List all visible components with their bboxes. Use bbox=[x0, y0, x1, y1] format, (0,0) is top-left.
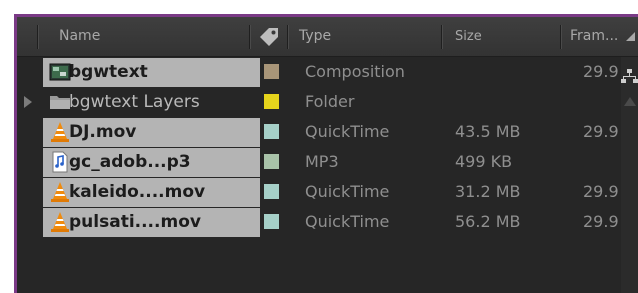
item-name: pulsati....mov bbox=[69, 212, 201, 232]
item-frame-rate: 29.9 bbox=[583, 62, 619, 81]
list-item[interactable]: bgwtext Layers Folder bbox=[17, 87, 621, 117]
list-item[interactable]: pulsati....mov QuickTime 56.2 MB 29.9 bbox=[17, 207, 621, 237]
column-divider[interactable] bbox=[287, 25, 289, 49]
item-size: 56.2 MB bbox=[455, 212, 521, 231]
item-frame-rate: 29.9 bbox=[583, 122, 619, 141]
folder-icon bbox=[50, 96, 70, 109]
column-header-name[interactable]: Name bbox=[59, 17, 100, 56]
column-divider[interactable] bbox=[37, 25, 39, 49]
item-size: 499 KB bbox=[455, 152, 513, 171]
list-item[interactable]: kaleido....mov QuickTime 31.2 MB 29.9 bbox=[17, 177, 621, 207]
vlc-cone-icon bbox=[51, 182, 69, 202]
column-divider[interactable] bbox=[249, 25, 251, 49]
item-size: 31.2 MB bbox=[455, 182, 521, 201]
sort-ascending-icon[interactable] bbox=[626, 32, 636, 42]
column-header-label[interactable] bbox=[257, 17, 283, 56]
item-name: gc_adob...p3 bbox=[69, 152, 191, 172]
item-type: QuickTime bbox=[305, 212, 390, 231]
column-divider[interactable] bbox=[560, 25, 562, 49]
label-color-swatch[interactable] bbox=[264, 94, 279, 109]
item-size: 43.5 MB bbox=[455, 122, 521, 141]
list-item[interactable]: bgwtext Composition 29.9 bbox=[17, 57, 621, 87]
label-color-swatch[interactable] bbox=[264, 184, 279, 199]
list-item[interactable]: DJ.mov QuickTime 43.5 MB 29.9 bbox=[17, 117, 621, 147]
list-item[interactable]: gc_adob...p3 MP3 499 KB bbox=[17, 147, 621, 177]
label-color-swatch[interactable] bbox=[264, 64, 279, 79]
label-color-swatch[interactable] bbox=[264, 124, 279, 139]
item-frame-rate: 29.9 bbox=[583, 212, 619, 231]
item-name: bgwtext bbox=[69, 62, 148, 82]
composition-icon bbox=[49, 63, 71, 81]
item-name: DJ.mov bbox=[69, 122, 137, 142]
item-type: QuickTime bbox=[305, 122, 390, 141]
scroll-up-arrow-icon[interactable] bbox=[624, 97, 636, 106]
column-divider[interactable] bbox=[441, 25, 443, 49]
expand-arrow-icon[interactable] bbox=[24, 96, 32, 108]
project-panel: Name Type Size Fram... bgwtext Compositi… bbox=[14, 14, 638, 293]
vertical-scrollbar[interactable] bbox=[621, 57, 638, 293]
column-header-bar: Name Type Size Fram... bbox=[17, 17, 638, 57]
label-color-swatch[interactable] bbox=[264, 154, 279, 169]
column-header-size[interactable]: Size bbox=[455, 17, 482, 56]
vlc-cone-icon bbox=[51, 212, 69, 232]
audio-file-icon bbox=[52, 151, 68, 173]
label-color-swatch[interactable] bbox=[264, 214, 279, 229]
item-type: Composition bbox=[305, 62, 405, 81]
item-type: QuickTime bbox=[305, 182, 390, 201]
flowchart-icon[interactable] bbox=[621, 69, 638, 85]
item-name: bgwtext Layers bbox=[69, 92, 200, 112]
column-header-frame-rate[interactable]: Fram... bbox=[570, 17, 618, 56]
item-name: kaleido....mov bbox=[69, 182, 206, 202]
vlc-cone-icon bbox=[51, 122, 69, 142]
item-frame-rate: 29.9 bbox=[583, 182, 619, 201]
column-header-type[interactable]: Type bbox=[299, 17, 331, 56]
item-type: Folder bbox=[305, 92, 355, 111]
item-type: MP3 bbox=[305, 152, 339, 171]
tag-icon bbox=[260, 28, 278, 46]
